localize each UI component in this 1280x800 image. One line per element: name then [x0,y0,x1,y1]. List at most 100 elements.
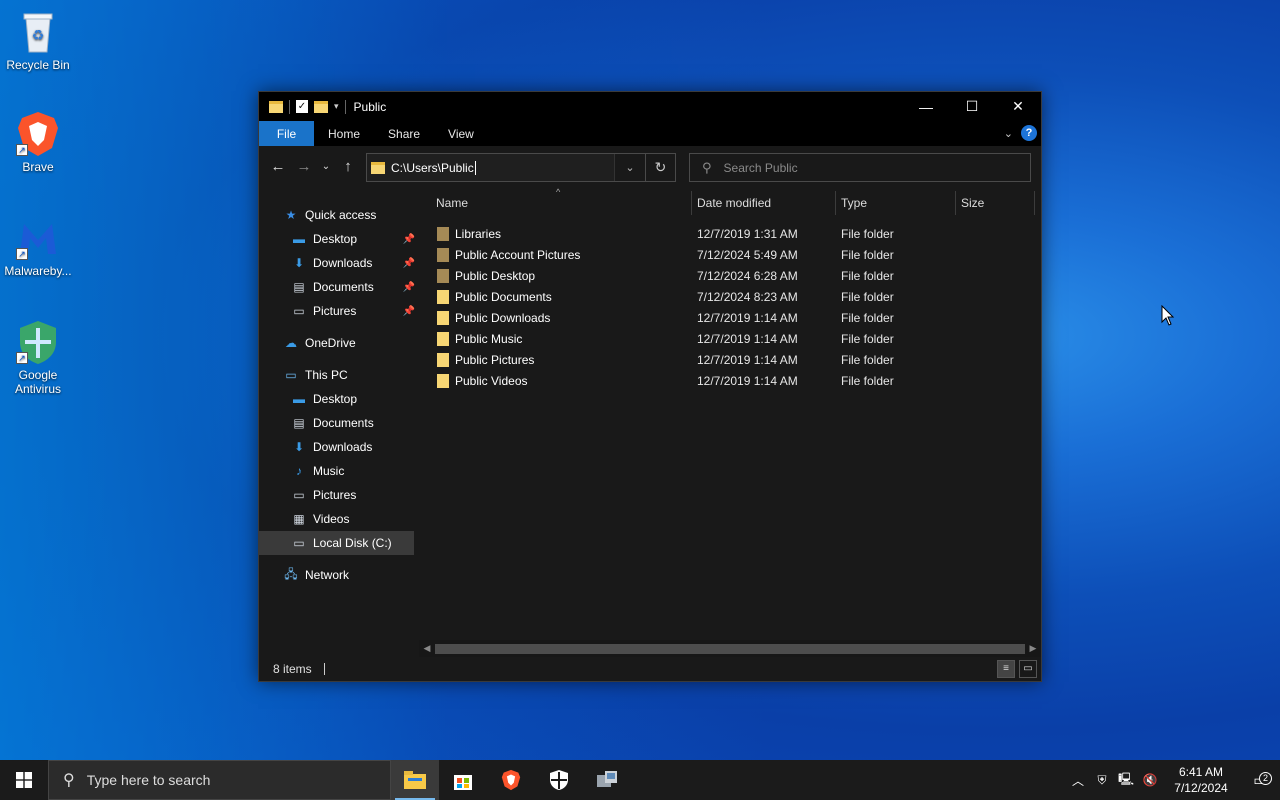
action-center-button[interactable]: ▭ 2 [1240,771,1280,789]
file-name: Public Videos [455,373,528,388]
address-input[interactable]: C:\Users\Public [391,161,474,175]
file-type: File folder [841,331,894,346]
file-row[interactable]: Public Music 12/7/2019 1:14 AM File folder [437,328,1037,349]
customize-toolbar-icon[interactable]: ▾ [334,101,339,112]
file-name: Public Pictures [455,352,535,367]
nav-label: Network [305,568,350,582]
forward-arrow-icon[interactable]: → [291,158,317,175]
up-arrow-icon[interactable]: ↑ [335,158,361,175]
desktop-icon-recycle-bin[interactable]: ♻ Recycle Bin [0,8,76,72]
nav-item-desktop[interactable]: ▬ Desktop 📌 [259,227,419,251]
taskbar-brave[interactable] [487,760,535,800]
tab-view[interactable]: View [434,121,488,146]
help-icon[interactable]: ? [1021,125,1037,141]
properties-icon[interactable]: ✓ [296,100,308,113]
file-row[interactable]: Public Desktop 7/12/2024 6:28 AM File fold… [437,265,1037,286]
network-app-icon [597,771,617,787]
tab-share[interactable]: Share [374,121,434,146]
back-arrow-icon[interactable]: ← [265,158,291,175]
tab-file[interactable]: File [259,121,314,146]
minimize-button[interactable]: — [903,92,949,121]
search-input[interactable]: Search Public [724,161,798,175]
taskbar-network-app[interactable] [583,760,631,800]
show-hidden-icons-chevron-icon[interactable]: ︿ [1066,772,1090,789]
scroll-right-icon[interactable]: ▶ [1025,643,1041,654]
expand-ribbon-icon[interactable]: ⌄ [1004,127,1013,140]
nav-item-pictures[interactable]: ▭ Pictures 📌 [259,299,419,323]
file-row[interactable]: Public Pictures 12/7/2019 1:14 AM File fol… [437,349,1037,370]
horizontal-scrollbar[interactable]: ◀ ▶ [419,640,1041,657]
tab-home[interactable]: Home [314,121,374,146]
taskbar-search-box[interactable]: ⚲ Type here to search [48,760,391,800]
nav-label: Downloads [313,256,373,270]
file-row[interactable]: Libraries 12/7/2019 1:31 AM File folder [437,223,1037,244]
nav-onedrive[interactable]: ☁ OneDrive [259,331,419,355]
file-row[interactable]: Public Videos 12/7/2019 1:14 AM File folde… [437,370,1037,391]
address-bar[interactable]: C:\Users\Public ⌄ ↻ [366,153,676,182]
taskbar-security[interactable] [535,760,583,800]
new-folder-icon[interactable] [314,100,328,113]
file-name: Public Documents [455,289,552,304]
security-alert-icon[interactable]: ⛨ [1090,773,1114,788]
nav-item-local-disk[interactable]: ▭ Local Disk (C:) [259,531,414,555]
nav-label: Documents [313,416,374,430]
nav-item-pc-videos[interactable]: ▦ Videos [259,507,419,531]
address-history-dropdown-icon[interactable]: ⌄ [615,161,645,174]
file-row[interactable]: Public Downloads 12/7/2019 1:14 AM File fo… [437,307,1037,328]
clock[interactable]: 6:41 AM 7/12/2024 [1162,764,1240,796]
ribbon-tabs: File Home Share View ⌄ ? [259,121,1041,146]
details-view-icon[interactable]: ≡ [997,660,1015,678]
nav-quick-access[interactable]: ★ Quick access [259,203,419,227]
file-date-modified: 7/12/2024 8:23 AM [697,289,798,304]
refresh-icon[interactable]: ↻ [645,154,675,181]
pin-icon[interactable]: 📌 [403,306,415,317]
network-icon: 🖧 [284,566,298,581]
taskbar-file-explorer[interactable] [391,760,439,800]
nav-item-pc-documents[interactable]: ▤ Documents [259,411,419,435]
scrollbar-thumb[interactable] [435,643,1025,654]
start-button[interactable] [0,760,48,800]
taskbar-store[interactable] [439,760,487,800]
maximize-button[interactable]: ☐ [949,92,995,121]
clock-date: 7/12/2024 [1174,781,1228,795]
column-header-type[interactable]: Type [841,196,867,210]
file-date-modified: 12/7/2019 1:14 AM [697,310,798,325]
nav-item-downloads[interactable]: ⬇ Downloads 📌 [259,251,419,275]
file-name: Libraries [455,226,502,241]
desktop-icon-brave[interactable]: ↗ Brave [0,110,76,174]
nav-item-pc-desktop[interactable]: ▬ Desktop [259,387,419,411]
pin-icon[interactable]: 📌 [403,234,415,245]
pin-icon[interactable]: 📌 [403,282,415,293]
cloud-icon: ☁ [285,336,297,350]
folder-icon [437,289,449,304]
column-header-name[interactable]: Name [436,196,468,210]
nav-item-documents[interactable]: ▤ Documents 📌 [259,275,419,299]
recycle-bin-icon: ♻ [14,8,62,56]
search-box[interactable]: ⚲ Search Public [689,153,1031,182]
recent-locations-icon[interactable]: ⌄ [317,161,335,172]
file-explorer-icon [404,771,426,789]
file-row[interactable]: Public Account Pictures 7/12/2024 5:49 AM… [437,244,1037,265]
file-row[interactable]: Public Documents 7/12/2024 8:23 AM File fo… [437,286,1037,307]
desktop-icon-malwarebytes[interactable]: ↗ Malwareby... [0,214,76,278]
toolbar-separator [289,99,290,114]
column-header-size[interactable]: Size [961,196,984,210]
picture-icon: ▭ [293,304,305,318]
taskbar: ⚲ Type here to search ︿ ⛨ 🖳 🔇 6:41 AM 7/… [0,760,1280,800]
nav-this-pc[interactable]: ▭ This PC [259,363,419,387]
nav-item-pc-pictures[interactable]: ▭ Pictures [259,483,419,507]
folder-icon[interactable] [269,100,283,113]
nav-item-pc-downloads[interactable]: ⬇ Downloads [259,435,419,459]
pin-icon[interactable]: 📌 [403,258,415,269]
folder-icon [371,161,385,174]
desktop-icon-google-antivirus[interactable]: ↗ Google Antivirus [0,318,76,396]
taskbar-search-input[interactable]: Type here to search [87,772,211,788]
nav-item-pc-music[interactable]: ♪ Music [259,459,419,483]
close-button[interactable]: ✕ [995,92,1041,121]
scroll-left-icon[interactable]: ◀ [419,643,435,654]
nav-network[interactable]: 🖧 Network [259,563,419,587]
volume-muted-icon[interactable]: 🔇 [1138,773,1162,787]
network-status-icon[interactable]: 🖳 [1114,770,1138,791]
large-icons-view-icon[interactable]: ▭ [1019,660,1037,678]
column-header-date-modified[interactable]: Date modified [697,196,771,210]
